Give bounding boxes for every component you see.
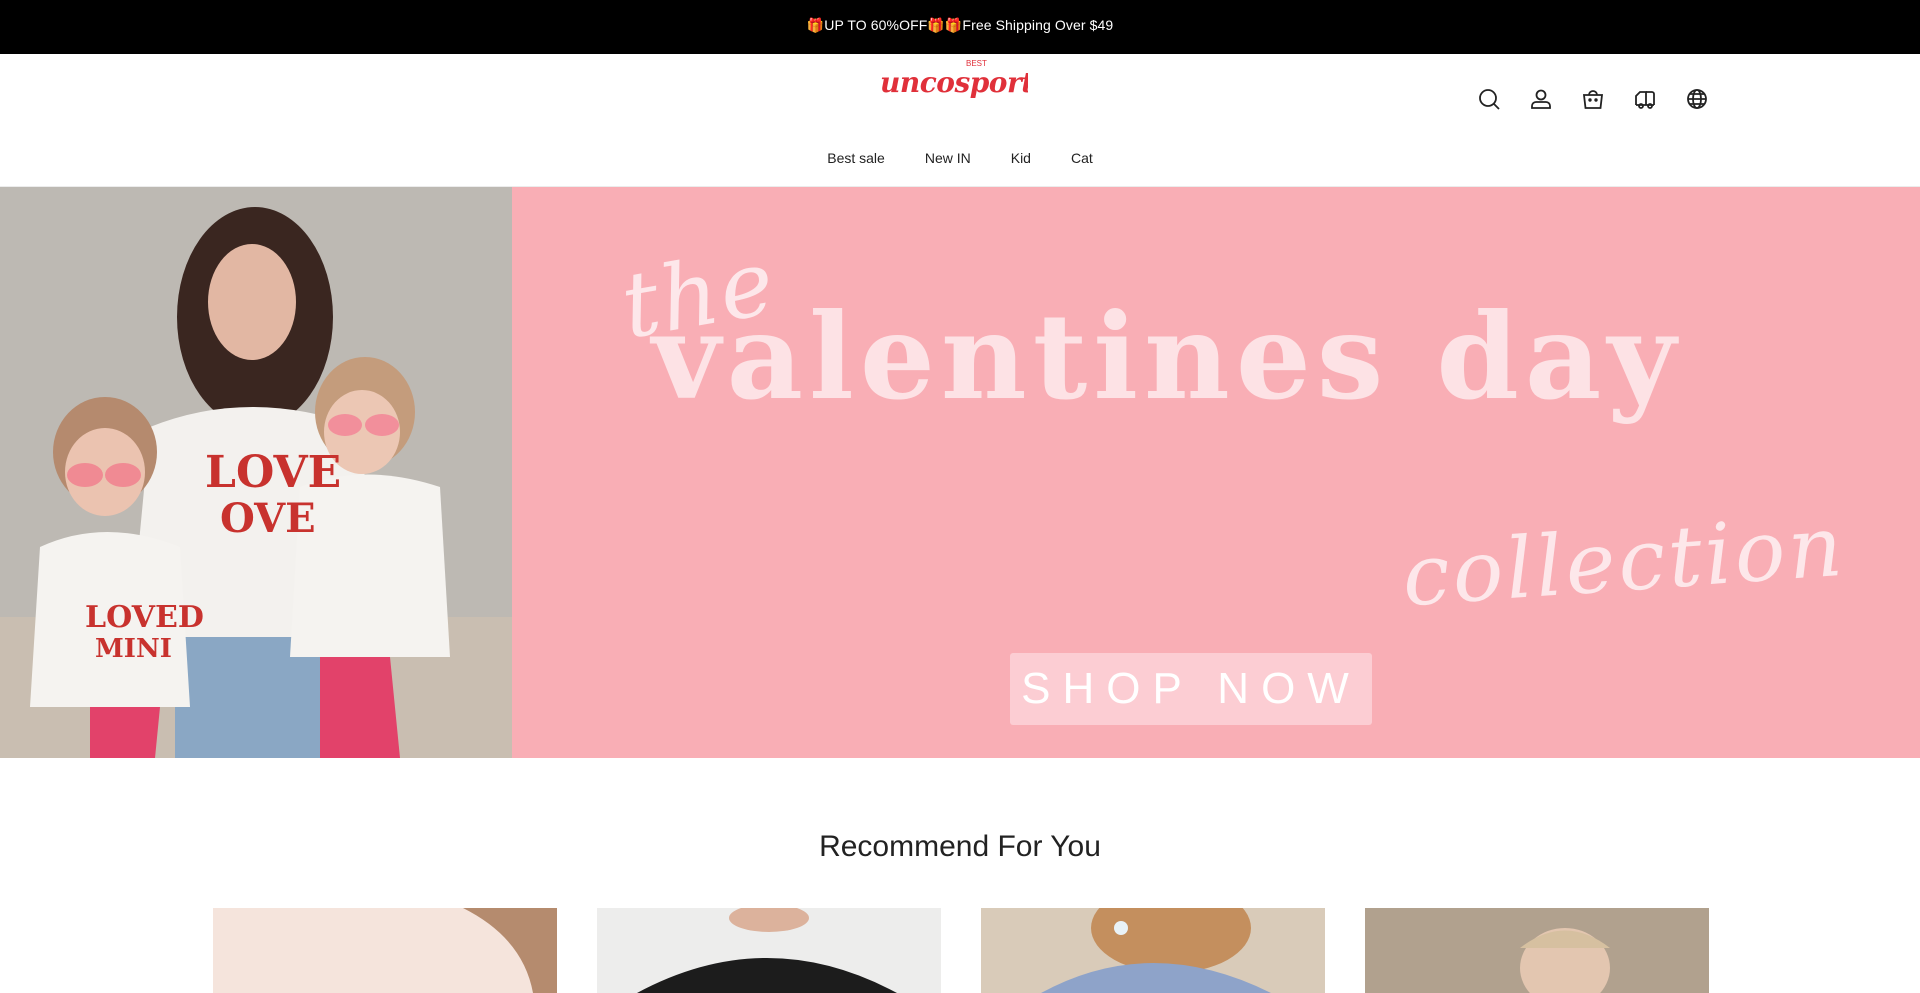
nav-item-cat[interactable]: Cat [1051,150,1113,166]
announcement-bar: 🎁UP TO 60%OFF🎁🎁Free Shipping Over $49 [0,0,1920,54]
product-card[interactable] [213,908,557,993]
account-icon [1531,89,1551,109]
language-icon [1687,89,1707,109]
hero-banner[interactable]: LOVE OVE LOVED MINI the valentines day c… [0,187,1920,758]
search-button[interactable] [1463,74,1515,124]
product-card[interactable] [981,908,1325,993]
brand-logo[interactable]: BEST uncosports. [878,56,1059,102]
shop-now-button[interactable]: SHOP NOW [1010,653,1372,725]
hero-title: valentines day [652,287,1682,426]
hero-artwork: the valentines day collection SHOP NOW [512,187,1920,758]
nav-item-new-in[interactable]: New IN [905,150,991,166]
main-nav: Best sale New IN Kid Cat [0,150,1920,166]
nav-item-best-sale[interactable]: Best sale [807,150,905,166]
search-icon [1479,89,1500,110]
track-order-button[interactable] [1619,74,1671,124]
section-title-recommend: Recommend For You [819,830,1101,863]
svg-text:LOVED: LOVED [85,600,204,635]
product-grid [213,908,1709,993]
shop-now-label: SHOP NOW [1021,664,1361,713]
svg-text:uncosports.: uncosports. [880,66,1028,99]
hero-photo: LOVE OVE LOVED MINI [0,187,512,758]
cart-button[interactable] [1567,74,1619,124]
nav-item-kid[interactable]: Kid [991,150,1051,166]
product-card[interactable] [1365,908,1709,993]
account-button[interactable] [1515,74,1567,124]
cart-icon [1582,90,1604,109]
site-header: BEST uncosports. [0,54,1920,187]
hero-script-collection: collection [1399,496,1849,626]
header-icons [1463,74,1723,124]
language-button[interactable] [1671,74,1723,124]
announcement-text: 🎁UP TO 60%OFF🎁🎁Free Shipping Over $49 [806,16,1114,33]
track-order-icon [1635,91,1655,109]
svg-text:MINI: MINI [95,634,172,664]
svg-text:LOVE: LOVE [205,447,341,498]
product-card[interactable] [597,908,941,993]
svg-text:OVE: OVE [220,495,316,542]
